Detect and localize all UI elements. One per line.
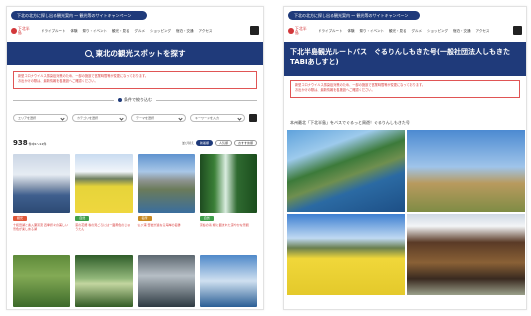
notice-banner[interactable]: 下北の北方に探し出る観光案内 ～ 観光等のサイトキャンペーン [11,11,147,20]
photo-gallery [287,130,525,295]
result-summary: 938 件中1〜12件 並び替え 新着順 人気順 おすすめ順 [13,138,257,148]
spot-card[interactable]: 観光 [13,255,71,309]
nav-item[interactable]: ショッピング [150,29,171,34]
spot-card[interactable]: 自然 渓谷の滝 緑に囲まれた涼やかな景観 [199,154,257,231]
spot-thumbnail[interactable] [199,255,257,307]
spot-caption[interactable]: 十和田湖と奥入瀬渓流 四季折々の美しい景色が楽しめる湖 [13,223,70,231]
site-header: 下北半島 ドライブルート 体験 祭り・イベント 観光・見る グルメ ショッピング… [284,24,526,38]
gallery-photo[interactable] [287,130,405,212]
spot-thumbnail[interactable] [13,154,71,213]
search-submit-button[interactable] [249,114,257,122]
nav-item[interactable]: 宿泊・交通 [453,29,471,34]
logo-mark-icon [11,28,17,34]
nav-item[interactable]: 祭り・イベント [83,29,108,34]
sort-popular-button[interactable]: 人気順 [214,140,232,146]
spot-thumbnail[interactable] [75,255,133,307]
page-hero: 下北半島観光ルートバス ぐるりんしもきた号(一般社団法人しもきたTABIあしすと… [284,42,526,76]
alert-line: お出かけの際は、最新情報を各施設へご確認ください。 [295,88,375,92]
nav-item[interactable]: ドライブルート [318,29,343,34]
spot-thumbnail[interactable] [137,255,195,307]
nav-item[interactable]: 体験 [348,29,355,34]
result-count-number: 938 [13,139,28,147]
menu-icon[interactable] [513,26,522,35]
gallery-photo[interactable] [407,130,525,212]
filter-bar: エリアを選択 カテゴリを選択 テーマを選択 キーワードを入力 [13,114,257,122]
spot-card[interactable]: 観光 十和田湖と奥入瀬渓流 四季折々の美しい景色が楽しめる湖 [13,154,71,231]
nav-item[interactable]: アクセス [476,29,490,34]
spot-search-page: 下北の北方に探し出る観光案内 ～ 観光等のサイトキャンペーン 下北半島 ドライブ… [6,6,264,310]
category-badge: 名所 [137,216,152,221]
search-icon [84,50,92,57]
covid-alert: 新型コロナウイルス感染症対策のため、一部の施設で営業時間等が変更になっております… [13,71,257,89]
nav-item[interactable]: 観光・見る [112,29,130,34]
global-nav: ドライブルート 体験 祭り・イベント 観光・見る グルメ ショッピング 宿泊・交… [318,29,489,34]
logo-text: 下北半島 [17,26,30,35]
filter-section-heading: 条件で絞り込む [13,96,257,104]
nav-item[interactable]: グルメ [135,29,146,34]
nav-item[interactable]: 観光・見る [389,29,407,34]
spot-card[interactable]: 名所 [137,255,195,309]
spot-card[interactable]: 観光 [199,255,257,309]
keyword-input[interactable]: キーワードを入力 [190,114,245,122]
page-hero: 東北の観光スポットを探す [7,42,263,65]
global-nav: ドライブルート 体験 祭り・イベント 観光・見る グルメ ショッピング 宿泊・交… [41,29,212,34]
spot-card[interactable]: 名所 仏ヶ浦 奇岩が連なる海岸の名勝 [137,154,195,231]
spot-caption[interactable]: 渓谷の滝 緑に囲まれた涼やかな景観 [200,223,257,227]
divider [13,99,114,101]
result-count: 938 件中1〜12件 [13,139,46,147]
sort-newest-button[interactable]: 新着順 [195,140,213,146]
area-select[interactable]: エリアを選択 [13,114,68,122]
spot-caption[interactable]: 仏ヶ浦 奇岩が連なる海岸の名勝 [138,223,195,227]
nav-item[interactable]: 祭り・イベント [360,29,385,34]
result-count-unit: 件中1〜12件 [28,142,47,146]
page-title: 下北半島観光ルートバス ぐるりんしもきた号(一般社団法人しもきたTABIあしすと… [290,48,511,66]
menu-icon[interactable] [250,26,259,35]
spot-detail-page: 下北の北方に探し出る観光案内 ～ 観光等のサイトキャンペーン 下北半島 ドライブ… [283,6,527,310]
spot-thumbnail[interactable] [199,154,257,213]
category-badge: 自然 [199,216,214,221]
site-logo[interactable]: 下北半島 [11,25,33,37]
nav-item[interactable]: ショッピング [427,29,448,34]
divider [156,99,257,101]
section-label: 条件で絞り込む [124,97,152,102]
site-header: 下北半島 ドライブルート 体験 祭り・イベント 観光・見る グルメ ショッピング… [7,24,263,38]
spot-thumbnail[interactable] [13,255,71,307]
nav-item[interactable]: ドライブルート [41,29,66,34]
nav-item[interactable]: 宿泊・交通 [176,29,194,34]
site-logo[interactable]: 下北半島 [288,25,310,37]
category-select[interactable]: カテゴリを選択 [72,114,127,122]
sort-label: 並び替え [181,141,194,145]
section-label-wrap: 条件で絞り込む [114,97,156,103]
nav-item[interactable]: 体験 [71,29,78,34]
spot-card[interactable]: 自然 [75,255,133,309]
logo-text: 下北半島 [294,26,307,35]
page-title: 東北の観光スポットを探す [95,49,186,58]
sort-controls: 並び替え 新着順 人気順 おすすめ順 [182,140,257,146]
nav-item[interactable]: グルメ [412,29,423,34]
gallery-photo[interactable] [407,213,525,295]
logo-mark-icon [288,28,294,34]
notice-banner[interactable]: 下北の北方に探し出る観光案内 ～ 観光等のサイトキャンペーン [288,11,420,20]
theme-select[interactable]: テーマを選択 [131,114,186,122]
gallery-caption: 本州最北「下北半島」をバスでぐるっと周遊！ぐるりんしもきた号 [290,120,410,125]
sort-recommended-button[interactable]: おすすめ順 [233,140,257,146]
spot-grid: 観光 自然 名所 観光 [13,255,257,309]
spot-card[interactable]: 自然 菜の花畑 春の見ごろには一面黄色のじゅうたん [75,154,133,231]
covid-alert: 新型コロナウイルス感染症対策のため、一部の施設で営業時間等が変更になっております… [290,80,520,98]
category-badge: 自然 [75,216,90,221]
category-badge: 観光 [13,216,27,221]
nav-item[interactable]: アクセス [199,29,213,34]
alert-line: お出かけの際は、最新情報を各施設へご確認ください。 [18,79,98,83]
spot-thumbnail[interactable] [137,154,195,213]
spot-caption[interactable]: 菜の花畑 春の見ごろには一面黄色のじゅうたん [75,223,132,231]
filter-icon [118,98,122,102]
spot-grid: 観光 十和田湖と奥入瀬渓流 四季折々の美しい景色が楽しめる湖 自然 菜の花畑 春… [13,154,257,231]
gallery-photo[interactable] [287,213,405,295]
spot-thumbnail[interactable] [75,154,133,213]
